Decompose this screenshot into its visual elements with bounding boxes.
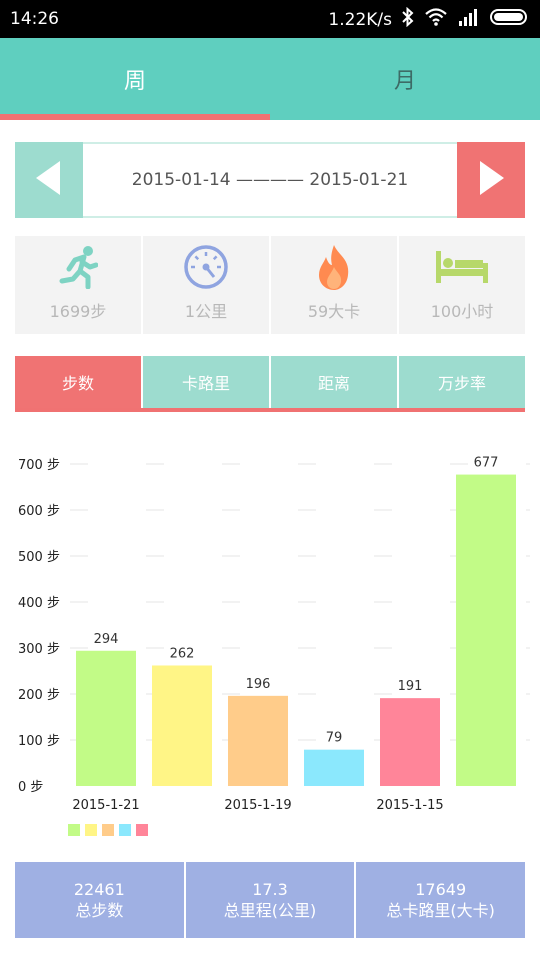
stat-steps: 1699步 <box>15 236 141 334</box>
bar <box>228 695 288 786</box>
bar-value-label: 294 <box>94 632 119 647</box>
y-tick-label: 500 步 <box>18 550 60 565</box>
steps-chart: 0 步 100 步 200 步 300 步 400 步 500 步 600 步 700 步 29… <box>0 440 540 850</box>
legend-swatch <box>68 824 80 836</box>
legend-swatch <box>136 824 148 836</box>
bar <box>76 650 136 786</box>
stat-calories: 59大卡 <box>271 236 397 334</box>
stat-sleep-value: 100小时 <box>430 302 494 321</box>
bar-value-label: 79 <box>326 731 343 746</box>
status-bar: 14:26 1.22K/s <box>0 0 540 38</box>
y-tick-label: 300 步 <box>18 642 60 657</box>
bar-value-label: 677 <box>474 456 499 471</box>
y-tick-label: 700 步 <box>18 458 60 473</box>
arrow-right-icon <box>478 161 504 199</box>
running-icon <box>58 242 98 292</box>
total-steps: 22461 总步数 <box>15 862 184 938</box>
battery-icon <box>490 8 530 31</box>
total-calories-label: 总卡路里(大卡) <box>386 901 495 920</box>
metric-tab-distance[interactable]: 距离 <box>271 356 397 408</box>
stat-distance-value: 1公里 <box>184 302 228 321</box>
total-distance-value: 17.3 <box>252 880 288 899</box>
tab-week[interactable]: 周 <box>0 38 270 120</box>
y-tick-label: 200 步 <box>18 688 60 703</box>
total-calories-value: 17649 <box>415 880 467 899</box>
bar-value-label: 196 <box>246 677 271 692</box>
arrow-left-icon <box>36 161 62 199</box>
metric-tabs: 步数 卡路里 距离 万步率 <box>15 356 525 412</box>
metric-tab-calories[interactable]: 卡路里 <box>143 356 269 408</box>
total-steps-value: 22461 <box>73 880 125 899</box>
signal-icon <box>458 8 480 31</box>
bar <box>152 665 212 786</box>
tab-month[interactable]: 月 <box>270 38 540 120</box>
legend-swatch <box>119 824 131 836</box>
total-steps-label: 总步数 <box>75 901 124 920</box>
bar-value-label: 191 <box>398 679 423 694</box>
bar-value-label: 262 <box>170 646 195 661</box>
legend-swatch <box>102 824 114 836</box>
status-time: 14:26 <box>10 9 59 29</box>
x-tick-label: 2015-1-19 <box>224 798 291 813</box>
y-tick-label: 100 步 <box>18 734 60 749</box>
total-distance-label: 总里程(公里) <box>223 901 317 920</box>
total-distance: 17.3 总里程(公里) <box>185 862 355 938</box>
metric-tab-steps[interactable]: 步数 <box>15 356 141 408</box>
y-tick-label: 0 步 <box>18 780 43 795</box>
total-calories: 17649 总卡路里(大卡) <box>356 862 526 938</box>
speedometer-icon <box>183 242 229 292</box>
legend-swatch <box>85 824 97 836</box>
bluetooth-icon <box>402 6 414 32</box>
y-tick-label: 400 步 <box>18 596 60 611</box>
network-speed: 1.22K/s <box>328 9 392 30</box>
stat-sleep: 100小时 <box>399 236 525 334</box>
status-icons: 1.22K/s <box>328 6 530 32</box>
y-tick-label: 600 步 <box>18 504 60 519</box>
bar <box>304 749 364 786</box>
next-week-button[interactable] <box>457 142 525 218</box>
date-navigator: 2015-01-14 ———— 2015-01-21 <box>15 142 525 218</box>
previous-week-button[interactable] <box>15 142 83 218</box>
stat-steps-value: 1699步 <box>49 302 107 321</box>
bed-icon <box>434 242 490 292</box>
date-range-label: 2015-01-14 ———— 2015-01-21 <box>131 170 409 190</box>
period-tabs: 周 月 <box>0 38 540 120</box>
fire-icon <box>314 242 354 292</box>
totals-summary: 22461 总步数 17.3 总里程(公里) 17649 总卡路里(大卡) <box>15 862 526 938</box>
x-tick-label: 2015-1-15 <box>376 798 443 813</box>
bar <box>380 698 440 786</box>
tab-indicator <box>0 114 270 120</box>
stat-calories-value: 59大卡 <box>307 302 361 321</box>
metric-tab-goal-rate[interactable]: 万步率 <box>399 356 525 408</box>
bar <box>456 474 516 786</box>
daily-stats: 1699步 1公里 59大卡 100小时 <box>15 236 525 334</box>
stat-distance: 1公里 <box>143 236 269 334</box>
x-tick-label: 2015-1-21 <box>72 798 139 813</box>
wifi-icon <box>424 7 448 32</box>
steps-bar-chart: 0 步 100 步 200 步 300 步 400 步 500 步 600 步 700 步 29… <box>18 456 530 836</box>
